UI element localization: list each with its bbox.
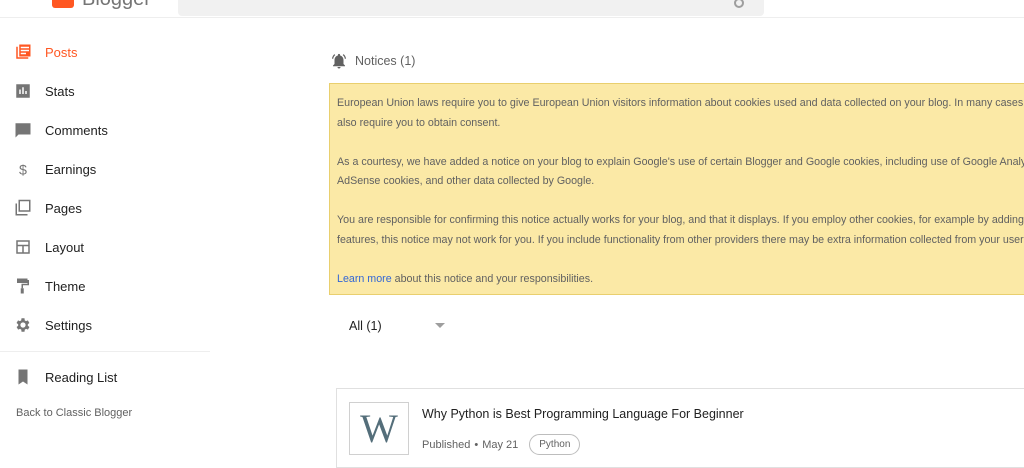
sidebar-item-posts[interactable]: Posts: [0, 34, 210, 70]
search-icon[interactable]: [734, 0, 744, 8]
sidebar-item-label: Reading List: [45, 369, 118, 385]
paint-roller-icon: [17, 278, 29, 294]
cookie-notice-box: European Union laws require you to give …: [329, 83, 1024, 295]
notice-line: You are responsible for confirming this …: [337, 214, 1024, 226]
sidebar-item-theme[interactable]: Theme: [0, 268, 210, 304]
learn-more-suffix: about this notice and your responsibilit…: [391, 272, 594, 285]
learn-more-link[interactable]: Learn more: [337, 273, 392, 285]
bookmark-icon: [18, 369, 28, 385]
notice-line: AdSense cookies, and other data collecte…: [337, 175, 595, 187]
sidebar-item-label: Stats: [45, 83, 75, 99]
notice-paragraph: You are responsible for confirming this …: [337, 211, 1024, 250]
layout-icon: [16, 240, 30, 254]
notice-line: also require you to obtain consent.: [337, 116, 501, 129]
notice-line: European Union laws require you to give …: [337, 97, 1024, 109]
notice-paragraph: Learn more about this notice and your re…: [337, 270, 1024, 290]
notice-paragraph: As a courtesy, we have added a notice on…: [337, 153, 1024, 192]
post-label-chip[interactable]: Python: [529, 434, 581, 455]
back-to-classic-link[interactable]: Back to Classic Blogger: [16, 407, 132, 419]
stats-icon: [16, 84, 30, 98]
sidebar-item-stats[interactable]: Stats: [0, 73, 210, 109]
filter-selected-value: All (1): [349, 319, 382, 333]
bell-alert-icon: [332, 53, 346, 69]
chevron-down-icon: [435, 323, 445, 328]
post-title[interactable]: Why Python is Best Programming Language …: [422, 407, 744, 421]
sidebar: Posts Stats Comments $ Earnings Pages La…: [0, 18, 210, 454]
post-date: May 21: [482, 438, 519, 451]
sidebar-item-label: Settings: [45, 317, 92, 333]
pages-icon: [15, 199, 31, 216]
notice-line: features, this notice may not work for y…: [337, 233, 1024, 246]
dollar-icon: $: [19, 162, 27, 178]
notice-line: As a courtesy, we have added a notice on…: [337, 155, 1024, 168]
notices-title: Notices (1): [355, 54, 416, 68]
post-meta: Published • May 21 Python: [422, 434, 581, 455]
sidebar-item-layout[interactable]: Layout: [0, 229, 210, 265]
post-list-item[interactable]: W Why Python is Best Programming Languag…: [336, 388, 1024, 468]
sidebar-item-comments[interactable]: Comments: [0, 112, 210, 148]
top-bar: Blogger: [0, 0, 1024, 18]
sidebar-item-label: Earnings: [45, 161, 97, 177]
post-thumbnail[interactable]: W: [349, 402, 409, 455]
sidebar-item-label: Pages: [45, 200, 82, 216]
sidebar-item-reading-list[interactable]: Reading List: [0, 359, 210, 395]
blogger-logo-icon[interactable]: [52, 0, 74, 8]
notice-paragraph: European Union laws require you to give …: [337, 94, 1024, 133]
sidebar-item-label: Posts: [45, 44, 78, 60]
sidebar-item-label: Layout: [45, 239, 85, 255]
gear-icon: [16, 318, 30, 332]
post-status: Published: [422, 438, 471, 451]
sidebar-item-earnings[interactable]: $ Earnings: [0, 151, 210, 187]
sidebar-divider: [0, 351, 210, 352]
sidebar-item-label: Theme: [45, 278, 86, 294]
svg-text:$: $: [19, 162, 27, 178]
sidebar-item-label: Comments: [45, 122, 108, 138]
sidebar-item-settings[interactable]: Settings: [0, 307, 210, 343]
meta-separator: •: [474, 438, 479, 451]
sidebar-item-pages[interactable]: Pages: [0, 190, 210, 226]
comments-icon: [15, 123, 31, 138]
search-bar[interactable]: [178, 0, 764, 16]
posts-icon: [16, 44, 31, 59]
notices-header[interactable]: Notices (1): [330, 50, 415, 72]
app-title[interactable]: Blogger: [82, 0, 151, 11]
post-filter-dropdown[interactable]: All (1): [349, 316, 445, 336]
